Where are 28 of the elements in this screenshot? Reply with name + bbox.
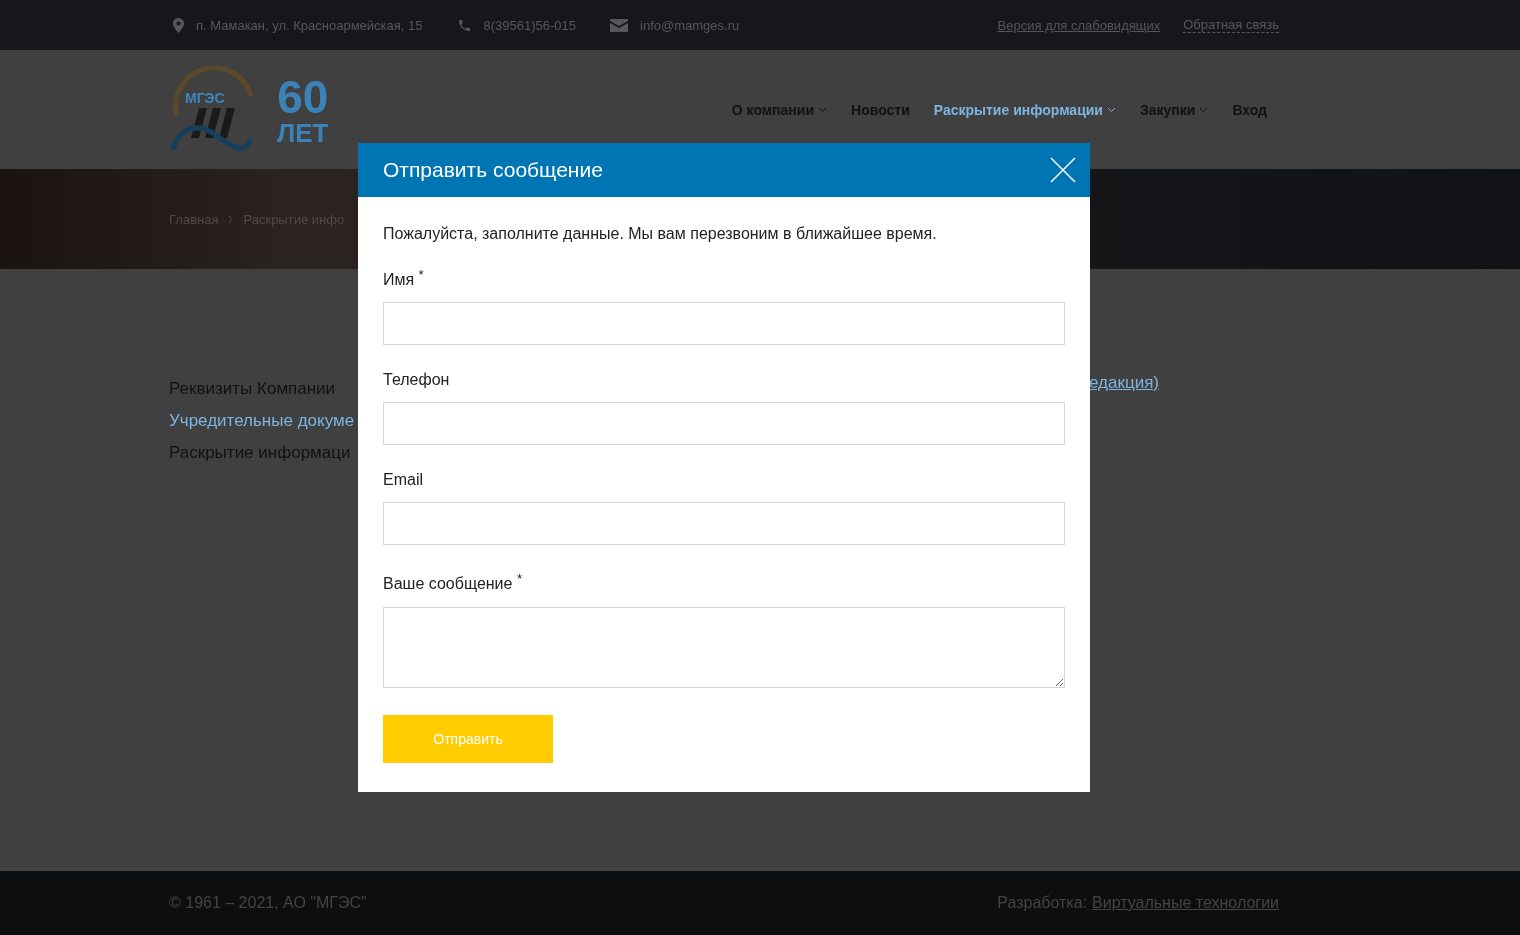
logo-text: МГЭС [185,89,225,106]
logo-years-word: ЛЕТ [277,119,329,146]
phone-icon [456,17,472,33]
field-label: Имя $^{*}$ [383,267,425,290]
content-link[interactable]: едакция) [1089,373,1159,393]
logo-years: 60 [277,73,329,120]
close-icon [1050,157,1076,183]
input-field[interactable] [383,502,1065,546]
field-label: Email [383,471,424,490]
chevron-right-icon [228,214,234,224]
nav-item[interactable]: Раскрытие информации [933,101,1116,118]
contact-text: info@mamges.ru [640,17,740,33]
close-button[interactable] [1050,157,1076,183]
envelope-icon [610,18,629,32]
top-link[interactable]: Обратная связь [1183,17,1279,33]
dialog-intro: Пожалуйста, заполните данные. Мы вам перезвоним в ближайшее время. [383,225,938,243]
input-field[interactable] [383,402,1065,446]
field-label: Ваше сообщение $^{*}$ [383,571,524,594]
dialog-title: Отправить сообщение [383,158,603,182]
map-pin-icon [173,17,184,33]
message-field[interactable] [383,606,1065,688]
contact-text: п. Мамакан, ул. Красноармейская, 15 [196,17,423,33]
submit-button[interactable]: Отправить [383,714,553,763]
contact-text: 8(39561)56-015 [483,17,577,33]
field-label: Телефон [383,371,451,390]
input-field[interactable] [383,302,1065,346]
content-link[interactable]: Учредительные докуме [169,411,355,431]
top-link[interactable]: Версия для слабовидящих [997,17,1161,33]
